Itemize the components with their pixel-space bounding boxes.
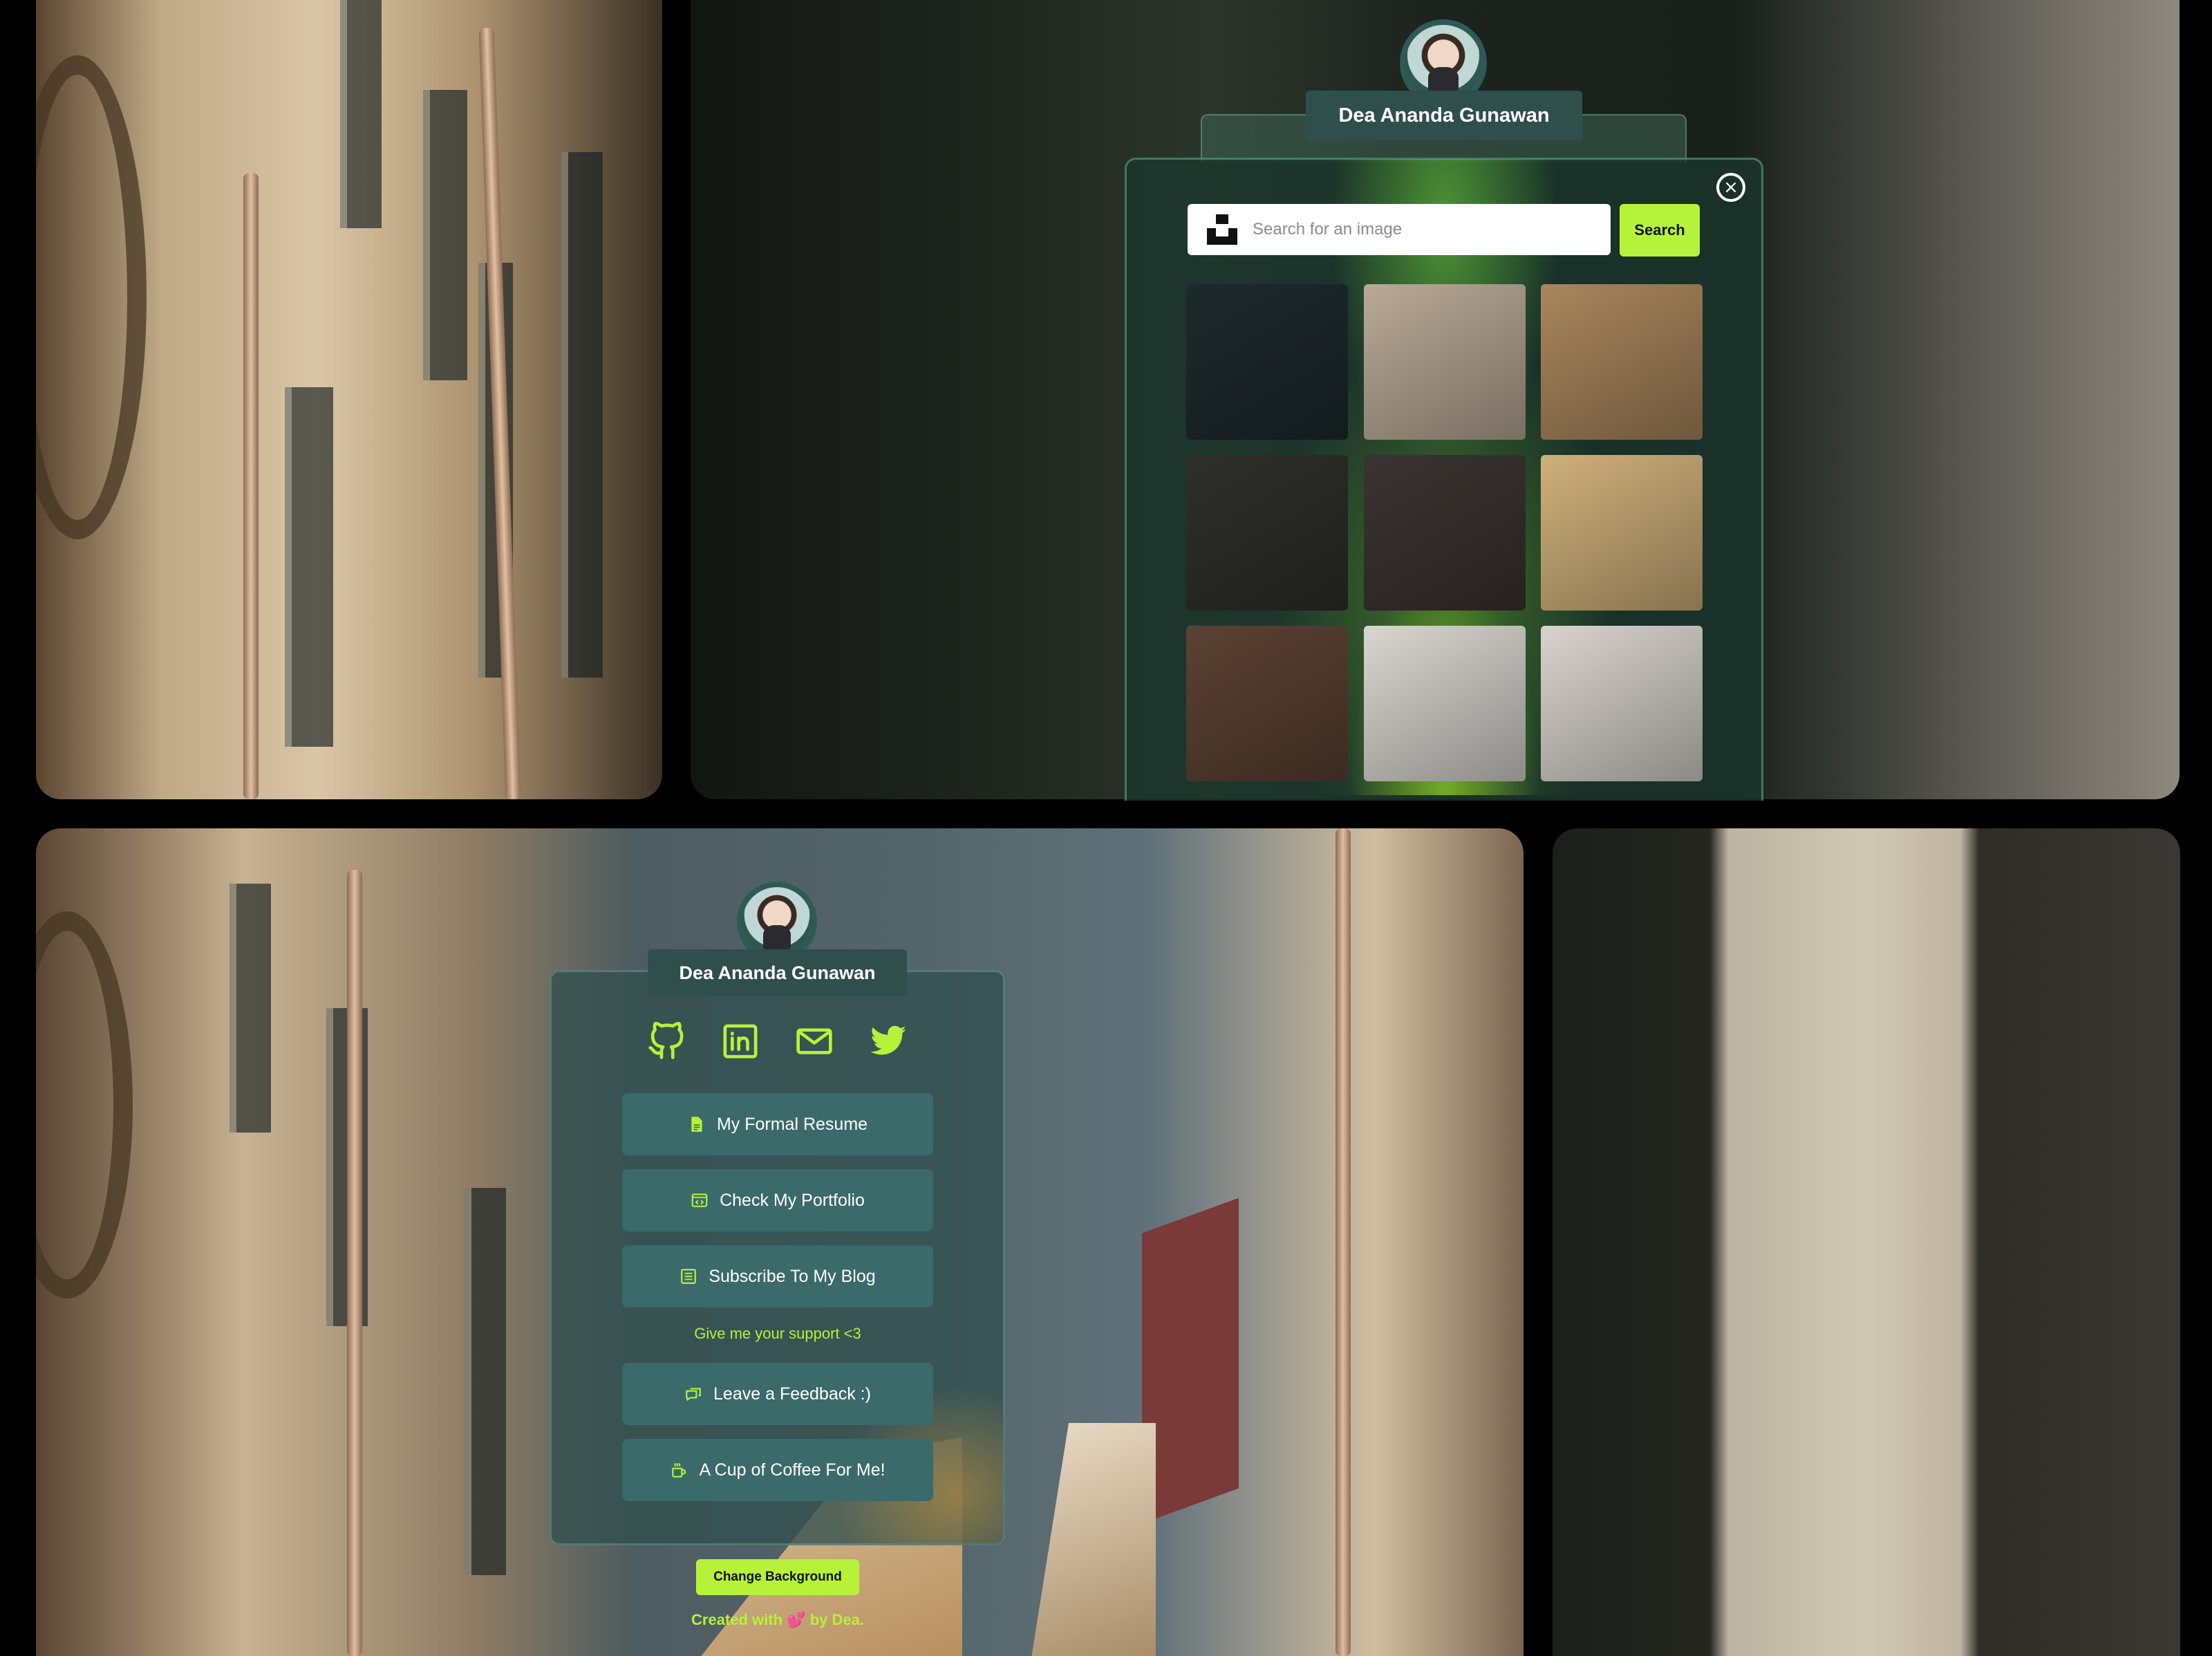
round-window-decoration — [36, 911, 133, 1299]
window-decoration — [229, 884, 271, 1133]
clay-pot-photo[interactable] — [1541, 626, 1703, 781]
resume-link-button[interactable]: My Formal Resume — [622, 1093, 933, 1155]
computer-parts-photo[interactable] — [1186, 284, 1348, 440]
link-label: Leave a Feedback :) — [713, 1384, 871, 1404]
search-button[interactable]: Search — [1620, 204, 1700, 257]
red-roof-decoration — [1142, 1198, 1239, 1524]
heart-icon: 💕 — [787, 1611, 806, 1628]
mail-icon[interactable] — [795, 1022, 834, 1061]
github-icon[interactable] — [647, 1022, 686, 1061]
close-icon[interactable]: × — [1716, 173, 1745, 202]
feedback-link-button[interactable]: Leave a Feedback :) — [622, 1363, 933, 1425]
link-label: My Formal Resume — [716, 1114, 868, 1134]
change-background-button[interactable]: Change Background — [696, 1559, 859, 1595]
flower-in-hand-window-photo[interactable] — [1186, 455, 1348, 611]
window-decoration — [423, 90, 467, 380]
woman-reading-with-coffee-photo[interactable] — [1186, 626, 1348, 781]
footer-credit: Created with 💕 by Dea. — [622, 1611, 933, 1629]
document-icon — [691, 1117, 702, 1132]
profile-name: Dea Ananda Gunawan — [1306, 91, 1582, 140]
twitter-icon[interactable] — [869, 1022, 908, 1061]
round-window-decoration — [36, 55, 147, 539]
coffee-link-button[interactable]: A Cup of Coffee For Me! — [622, 1439, 933, 1501]
link-label: A Cup of Coffee For Me! — [699, 1460, 885, 1480]
coffee-and-pie-on-wooden-table-photo[interactable] — [1541, 284, 1703, 440]
image-search-input[interactable] — [1253, 204, 1598, 255]
drain-pipe-decoration — [347, 870, 362, 1656]
window-decoration — [285, 387, 333, 747]
window-decoration — [340, 0, 382, 228]
drain-pipe-decoration — [1335, 828, 1351, 1656]
window-decoration — [465, 1188, 506, 1575]
newspaper-icon — [681, 1269, 697, 1284]
desert-sculpture-sunset-photo[interactable] — [1541, 455, 1703, 611]
linkedin-icon[interactable] — [721, 1022, 760, 1061]
profile-name: Dea Ananda Gunawan — [648, 949, 907, 996]
footer-suffix: by Dea. — [809, 1611, 864, 1628]
link-label: Subscribe To My Blog — [709, 1266, 876, 1286]
misty-desert-bicycle-photo[interactable] — [1364, 284, 1526, 440]
portfolio-link-button[interactable]: Check My Portfolio — [622, 1169, 933, 1231]
footer-prefix: Created with — [691, 1611, 783, 1628]
coffee-cup-icon — [672, 1463, 686, 1478]
window-decoration — [561, 152, 603, 678]
background-preview-pillar — [1553, 828, 2180, 1656]
drain-pipe-decoration — [243, 173, 259, 799]
blog-link-button[interactable]: Subscribe To My Blog — [622, 1245, 933, 1308]
image-search-box — [1188, 204, 1611, 255]
support-text: Give me your support <3 — [694, 1325, 861, 1342]
rooftop-decoration — [1031, 1423, 1156, 1656]
chat-bubbles-icon — [686, 1388, 701, 1401]
background-preview-building-top — [36, 0, 662, 799]
unsplash-icon — [1207, 214, 1237, 245]
code-window-icon — [691, 1193, 708, 1207]
woman-in-black-portrait-photo[interactable] — [1364, 455, 1526, 611]
apples-in-cloth-photo[interactable] — [1364, 626, 1526, 781]
link-label: Check My Portfolio — [720, 1190, 865, 1210]
